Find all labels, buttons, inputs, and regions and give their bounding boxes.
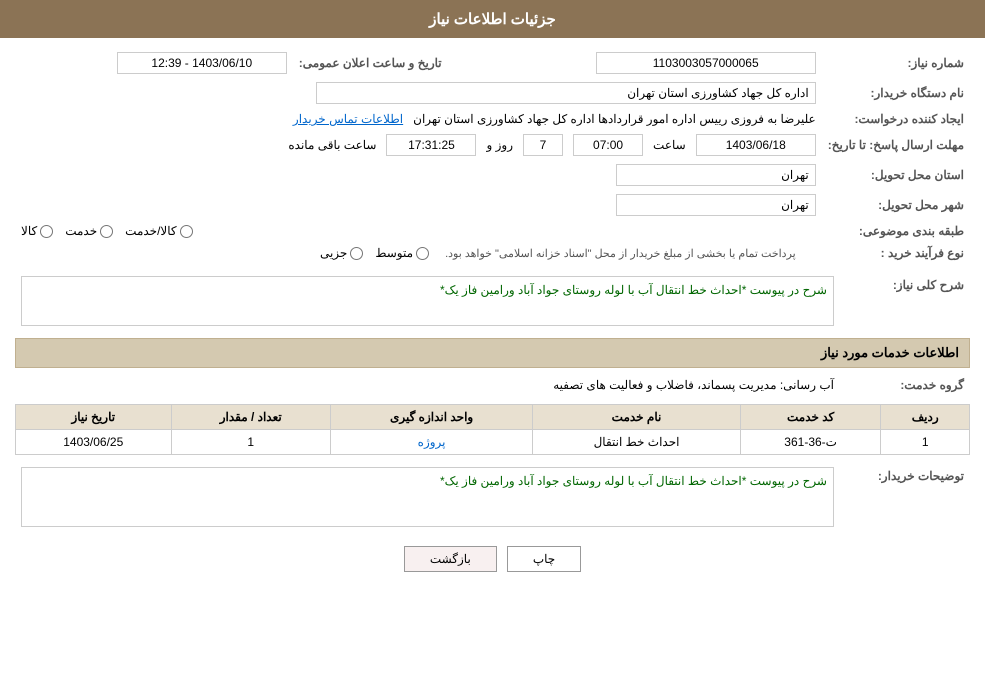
response-time-label: ساعت (653, 138, 686, 152)
response-days-label: روز و (486, 138, 513, 152)
creator-label: ایجاد کننده درخواست: (822, 108, 970, 130)
subject-radio2-label: خدمت (65, 224, 97, 238)
purchase-type-radio-jozi: جزیی (320, 246, 363, 260)
purchase-type-radio2-label: متوسط (375, 246, 413, 260)
services-section-title: اطلاعات خدمات مورد نیاز (15, 338, 970, 368)
subject-radio3-label: کالا/خدمت (125, 224, 176, 238)
purchase-type-label: نوع فرآیند خرید : (822, 242, 970, 264)
col-code: کد خدمت (740, 405, 881, 430)
response-remaining-value: 17:31:25 (386, 134, 476, 156)
col-name: نام خدمت (533, 405, 741, 430)
need-number-label: شماره نیاز: (822, 48, 970, 78)
response-time-value: 07:00 (573, 134, 643, 156)
page-header: جزئیات اطلاعات نیاز (0, 0, 985, 38)
action-buttons: چاپ بازگشت (15, 546, 970, 572)
purchase-type-radio-motavasset: متوسط (375, 246, 429, 260)
col-qty: تعداد / مقدار (171, 405, 330, 430)
buyer-name-label: نام دستگاه خریدار: (822, 78, 970, 108)
response-date-label: مهلت ارسال پاسخ: تا تاریخ: (822, 130, 970, 160)
city-label: شهر محل تحویل: (822, 190, 970, 220)
subject-radio-both: کالا/خدمت (125, 224, 192, 238)
response-date-value: 1403/06/18 (696, 134, 816, 156)
table-row: 1ت-36-361احداث خط انتقالپروژه11403/06/25 (16, 430, 970, 455)
buyer-name-value: اداره کل جهاد کشاورزی استان تهران (316, 82, 816, 104)
buyer-desc-value: شرح در پیوست *احداث خط انتقال آب با لوله… (440, 474, 827, 488)
services-table: ردیف کد خدمت نام خدمت واحد اندازه گیری ت… (15, 404, 970, 455)
purchase-type-note: پرداخت تمام یا بخشی از مبلغ خریدار از مح… (445, 247, 796, 260)
province-value: تهران (616, 164, 816, 186)
announce-date-value: 1403/06/10 - 12:39 (117, 52, 287, 74)
subject-label: طبقه بندی موضوعی: (822, 220, 970, 242)
subject-radio-khedmat: خدمت (65, 224, 113, 238)
col-row: ردیف (881, 405, 970, 430)
general-desc-value: شرح در پیوست *احداث خط انتقال آب با لوله… (440, 283, 827, 297)
buyer-desc-box: شرح در پیوست *احداث خط انتقال آب با لوله… (21, 467, 834, 527)
need-number-value: 1103003057000065 (596, 52, 816, 74)
print-button[interactable]: چاپ (507, 546, 581, 572)
buyer-desc-label: توضیحات خریدار: (840, 463, 970, 531)
col-unit: واحد اندازه گیری (330, 405, 532, 430)
service-group-value: آب رسانی: مدیریت پسماند، فاضلاب و فعالیت… (553, 378, 834, 392)
response-remaining-label: ساعت باقی مانده (288, 138, 376, 152)
general-desc-label: شرح کلی نیاز: (840, 272, 970, 330)
general-desc-box: شرح در پیوست *احداث خط انتقال آب با لوله… (21, 276, 834, 326)
subject-radio-kala: کالا (21, 224, 53, 238)
province-label: استان محل تحویل: (822, 160, 970, 190)
col-date: تاریخ نیاز (16, 405, 172, 430)
creator-value: علیرضا به فروزی رییس اداره امور قرارداده… (413, 112, 816, 126)
subject-radio1-label: کالا (21, 224, 37, 238)
city-value: تهران (616, 194, 816, 216)
creator-contact-link[interactable]: اطلاعات تماس خریدار (293, 112, 403, 126)
announce-date-label: تاریخ و ساعت اعلان عمومی: (293, 48, 448, 78)
purchase-type-radio1-label: جزیی (320, 246, 347, 260)
service-group-label: گروه خدمت: (840, 374, 970, 396)
header-title: جزئیات اطلاعات نیاز (429, 11, 556, 28)
back-button[interactable]: بازگشت (404, 546, 497, 572)
response-days-value: 7 (523, 134, 563, 156)
